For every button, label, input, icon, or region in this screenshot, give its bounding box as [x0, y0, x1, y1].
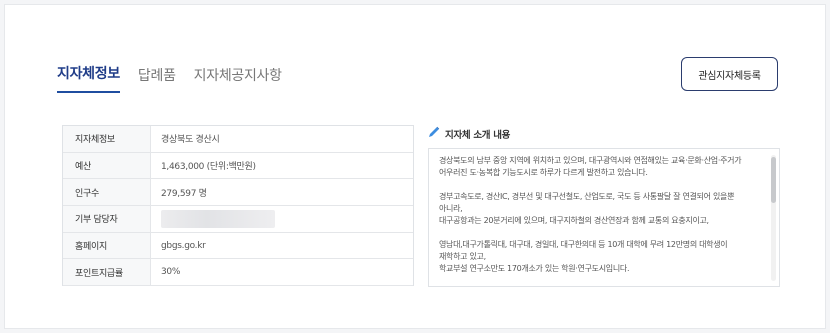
intro-paragraph: 경부고속도로, 경산IC, 경부선 및 대구선철도, 산업도로, 국도 등 사통… — [439, 192, 735, 225]
intro-heading: 지자체 소개 내용 — [428, 126, 510, 141]
scrollbar-thumb[interactable] — [771, 157, 776, 203]
pencil-icon — [428, 126, 440, 141]
intro-title: 지자체 소개 내용 — [445, 129, 511, 141]
row-key: 지자체정보 — [63, 126, 151, 152]
intro-scroll-box[interactable]: 경상북도의 남부 중앙 지역에 위치하고 있으며, 대구광역시와 연접해있는 교… — [428, 148, 780, 287]
row-key: 예산 — [63, 152, 151, 179]
tab-bar: 지자체정보 답례품 지자체공지사항 — [57, 63, 282, 93]
info-table: 지자체정보 경상북도 경산시 예산 1,463,000 (단위:백만원) 인구수… — [62, 125, 414, 287]
table-row: 홈페이지 gbgs.go.kr — [63, 232, 413, 260]
tab-notices[interactable]: 지자체공지사항 — [194, 65, 282, 93]
content-card: 지자체정보 답례품 지자체공지사항 관심지자체등록 지자체정보 경상북도 경산시… — [4, 4, 826, 329]
intro-text: 경상북도의 남부 중앙 지역에 위치하고 있으며, 대구광역시와 연접해있는 교… — [439, 155, 767, 275]
scrollbar[interactable] — [771, 155, 776, 281]
row-key: 기부 담당자 — [63, 206, 151, 232]
table-row: 인구수 279,597 명 — [63, 179, 413, 207]
row-key: 포인트지급률 — [63, 259, 151, 286]
tab-gifts[interactable]: 답례품 — [138, 65, 176, 93]
row-value — [151, 206, 413, 232]
homepage-link[interactable]: gbgs.go.kr — [151, 233, 413, 259]
table-row: 예산 1,463,000 (단위:백만원) — [63, 152, 413, 180]
row-value: 1,463,000 (단위:백만원) — [161, 162, 256, 173]
row-value: 279,597 명 — [161, 188, 207, 199]
row-value: 경상북도 경산시 — [161, 135, 220, 146]
intro-paragraph: 영남대,대구가톨릭대, 대구대, 경일대, 대구한의대 등 10개 대학에 무려… — [439, 240, 728, 273]
table-row: 지자체정보 경상북도 경산시 — [63, 126, 413, 153]
register-favorite-button[interactable]: 관심지자체등록 — [681, 57, 778, 91]
row-key: 홈페이지 — [63, 232, 151, 259]
redacted-contact — [161, 209, 275, 228]
row-value: 30% — [161, 267, 181, 278]
row-key: 인구수 — [63, 179, 151, 206]
table-row: 기부 담당자 — [63, 206, 413, 233]
tab-info[interactable]: 지자체정보 — [57, 63, 120, 93]
intro-paragraph: 경상북도의 남부 중앙 지역에 위치하고 있으며, 대구광역시와 연접해있는 교… — [439, 156, 742, 177]
table-row: 포인트지급률 30% — [63, 259, 413, 287]
